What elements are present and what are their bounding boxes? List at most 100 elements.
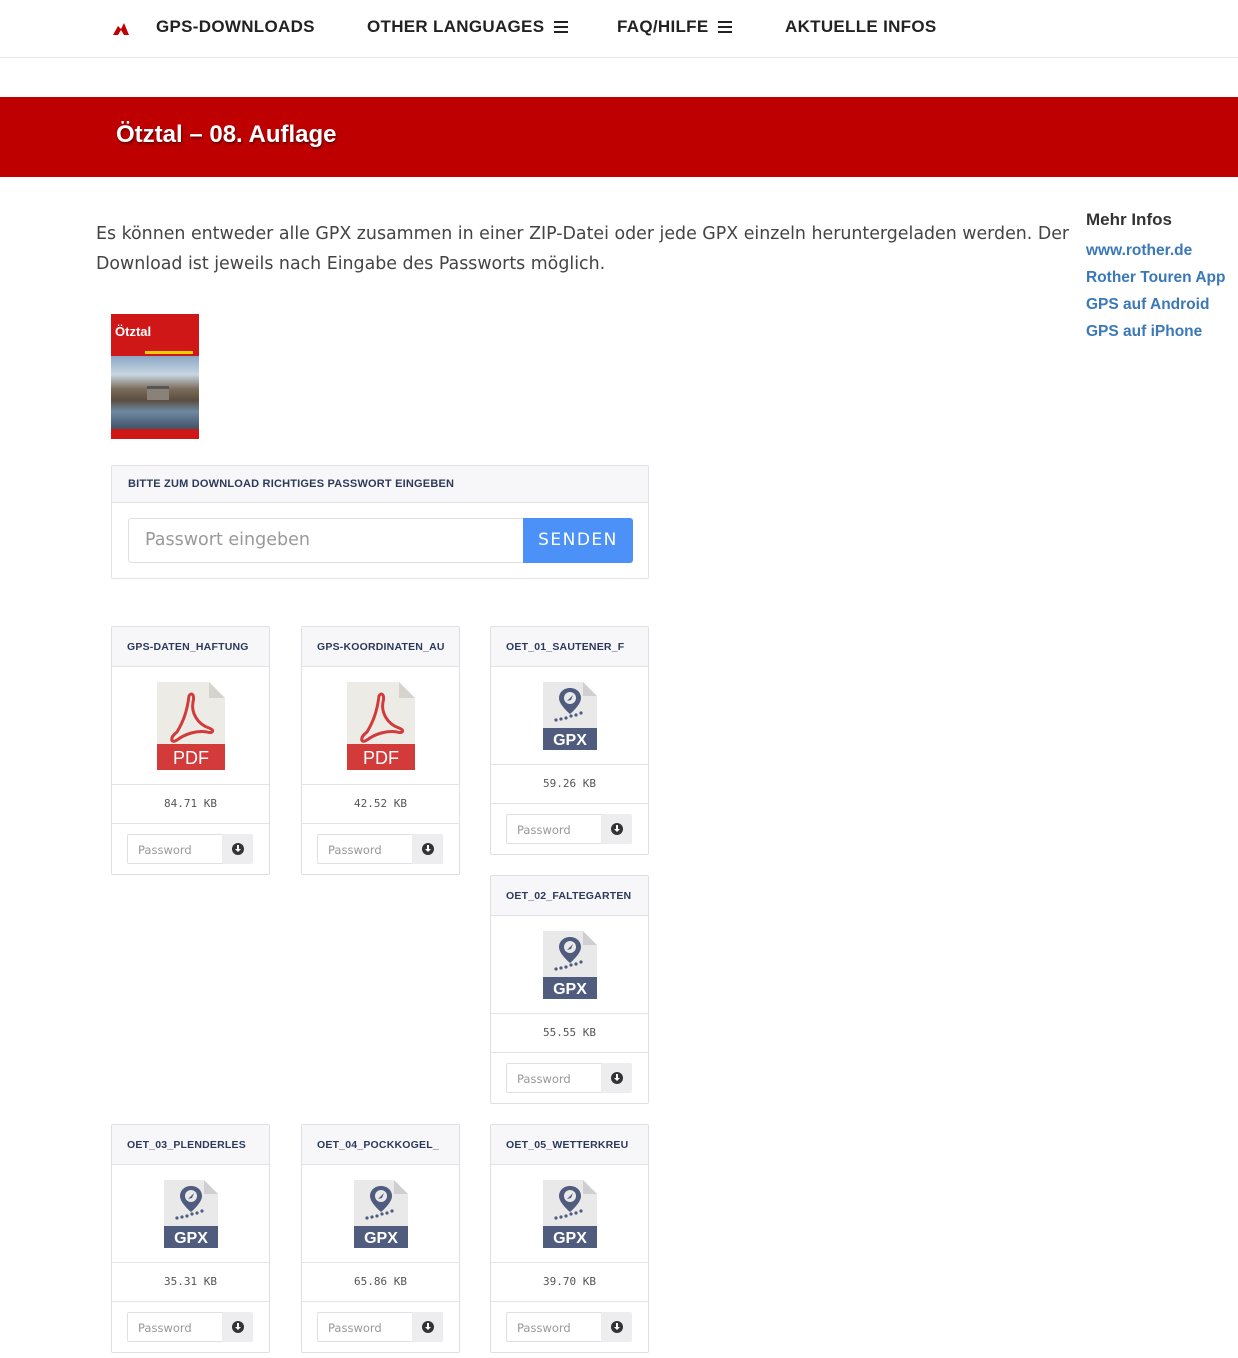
download-icon — [610, 1321, 623, 1333]
download-icon — [610, 1072, 623, 1084]
password-panel-heading: BITTE ZUM DOWNLOAD RICHTIGES PASSWORT EI… — [112, 466, 648, 503]
file-icon-area[interactable]: GPX — [491, 1165, 648, 1263]
svg-text:PDF: PDF — [173, 748, 209, 768]
password-input[interactable]: Passwort eingeben — [128, 518, 523, 563]
menu-icon — [554, 21, 569, 33]
file-download-button[interactable] — [222, 1312, 253, 1342]
svg-text:GPX: GPX — [174, 1230, 208, 1247]
sidebar-link-android[interactable]: GPS auf Android — [1086, 291, 1238, 318]
file-name: OET_04_POCKKOGEL_ — [302, 1125, 459, 1165]
file-download-form: Password — [491, 804, 648, 854]
intro-text: Es können entweder alle GPX zusammen in … — [96, 224, 1070, 274]
nav-faq-hilfe[interactable]: FAQ/HILFE — [617, 17, 733, 37]
file-icon-area[interactable]: GPX — [491, 667, 648, 765]
file-password-input[interactable]: Password — [506, 1312, 602, 1342]
file-name: OET_01_SAUTENER_F — [491, 627, 648, 667]
download-icon — [610, 823, 623, 835]
rother-logo-icon[interactable] — [111, 18, 131, 38]
file-password-input[interactable]: Password — [506, 1063, 602, 1093]
cover-photo — [111, 356, 199, 430]
gpx-file-icon: GPX — [542, 1180, 597, 1248]
file-size: 59.26 KB — [491, 765, 648, 804]
file-name: OET_05_WETTERKREU — [491, 1125, 648, 1165]
file-download-button[interactable] — [412, 834, 443, 864]
file-icon-area[interactable]: GPX — [112, 1165, 269, 1263]
file-password-input[interactable]: Password — [127, 834, 223, 864]
download-icon — [231, 1321, 244, 1333]
file-download-form: Password — [112, 1302, 269, 1352]
gpx-file-icon: GPX — [542, 682, 597, 750]
file-password-input[interactable]: Password — [317, 834, 413, 864]
svg-text:PDF: PDF — [363, 748, 399, 768]
file-name: OET_02_FALTEGARTEN — [491, 876, 648, 916]
download-icon — [421, 1321, 434, 1333]
menu-icon — [718, 21, 733, 33]
file-download-form: Password — [491, 1053, 648, 1103]
file-password-input[interactable]: Password — [317, 1312, 413, 1342]
file-size: 35.31 KB — [112, 1263, 269, 1302]
password-form: Passwort eingeben SENDEN — [128, 518, 633, 563]
page-title: Ötztal – 08. Auflage — [116, 121, 337, 148]
file-password-input[interactable]: Password — [127, 1312, 223, 1342]
file-download-button[interactable] — [412, 1312, 443, 1342]
file-name: OET_03_PLENDERLES — [112, 1125, 269, 1165]
nav-faq-hilfe-label: FAQ/HILFE — [617, 17, 709, 36]
file-size: 55.55 KB — [491, 1014, 648, 1053]
nav-aktuelle-infos[interactable]: AKTUELLE INFOS — [785, 17, 937, 37]
file-download-form: Password — [302, 824, 459, 874]
nav-gps-downloads[interactable]: GPS-DOWNLOADS — [156, 17, 315, 37]
download-icon — [421, 843, 434, 855]
file-card: OET_04_POCKKOGEL_ GPX 65.86 KB Password — [301, 1124, 460, 1353]
file-icon-area[interactable]: GPX — [302, 1165, 459, 1263]
file-download-form: Password — [491, 1302, 648, 1352]
file-card: GPS-DATEN_HAFTUNG PDF 84.71 KB Password — [111, 626, 270, 875]
cover-footer — [111, 429, 199, 439]
password-panel: BITTE ZUM DOWNLOAD RICHTIGES PASSWORT EI… — [111, 465, 649, 579]
file-name: GPS-DATEN_HAFTUNG — [112, 627, 269, 667]
gpx-file-icon: GPX — [163, 1180, 218, 1248]
file-icon-area[interactable]: PDF — [112, 667, 269, 785]
svg-text:GPX: GPX — [553, 732, 587, 749]
svg-text:GPX: GPX — [553, 981, 587, 998]
pdf-file-icon: PDF — [346, 682, 415, 770]
file-card: OET_01_SAUTENER_F GPX 59.26 KB Password — [490, 626, 649, 855]
file-name: GPS-KOORDINATEN_AU — [302, 627, 459, 667]
pdf-file-icon: PDF — [156, 682, 225, 770]
nav-other-languages[interactable]: OTHER LANGUAGES — [367, 17, 569, 37]
sidebar-link-iphone[interactable]: GPS auf iPhone — [1086, 318, 1238, 345]
page-banner: Ötztal – 08. Auflage — [0, 97, 1238, 177]
file-icon-area[interactable]: PDF — [302, 667, 459, 785]
file-download-button[interactable] — [222, 834, 253, 864]
sidebar-link-touren-app[interactable]: Rother Touren App — [1086, 264, 1238, 291]
book-cover-image: Ötztal — [111, 314, 199, 439]
file-card: OET_05_WETTERKREU GPX 39.70 KB Password — [490, 1124, 649, 1353]
file-download-button[interactable] — [601, 1063, 632, 1093]
top-navigation: GPS-DOWNLOADS OTHER LANGUAGES FAQ/HILFE … — [0, 0, 1238, 58]
gpx-file-icon: GPX — [542, 931, 597, 999]
file-card: OET_03_PLENDERLES GPX 35.31 KB Password — [111, 1124, 270, 1353]
file-icon-area[interactable]: GPX — [491, 916, 648, 1014]
file-size: 39.70 KB — [491, 1263, 648, 1302]
file-size: 65.86 KB — [302, 1263, 459, 1302]
sidebar-heading: Mehr Infos — [1086, 210, 1172, 229]
svg-text:GPX: GPX — [553, 1230, 587, 1247]
file-card: OET_02_FALTEGARTEN GPX 55.55 KB Password — [490, 875, 649, 1104]
sidebar-link-rother[interactable]: www.rother.de — [1086, 237, 1238, 264]
download-icon — [231, 843, 244, 855]
file-download-form: Password — [112, 824, 269, 874]
nav-other-languages-label: OTHER LANGUAGES — [367, 17, 545, 36]
cover-stripe — [145, 351, 193, 354]
file-size: 42.52 KB — [302, 785, 459, 824]
file-password-input[interactable]: Password — [506, 814, 602, 844]
nav-aktuelle-infos-label: AKTUELLE INFOS — [785, 17, 937, 36]
nav-gps-downloads-label: GPS-DOWNLOADS — [156, 17, 315, 36]
sidebar: Mehr Infos www.rother.de Rother Touren A… — [1086, 210, 1238, 345]
cover-title: Ötztal — [115, 324, 152, 339]
file-download-button[interactable] — [601, 814, 632, 844]
send-button[interactable]: SENDEN — [523, 518, 633, 563]
file-size: 84.71 KB — [112, 785, 269, 824]
svg-text:GPX: GPX — [364, 1230, 398, 1247]
file-download-button[interactable] — [601, 1312, 632, 1342]
gpx-file-icon: GPX — [353, 1180, 408, 1248]
file-download-form: Password — [302, 1302, 459, 1352]
